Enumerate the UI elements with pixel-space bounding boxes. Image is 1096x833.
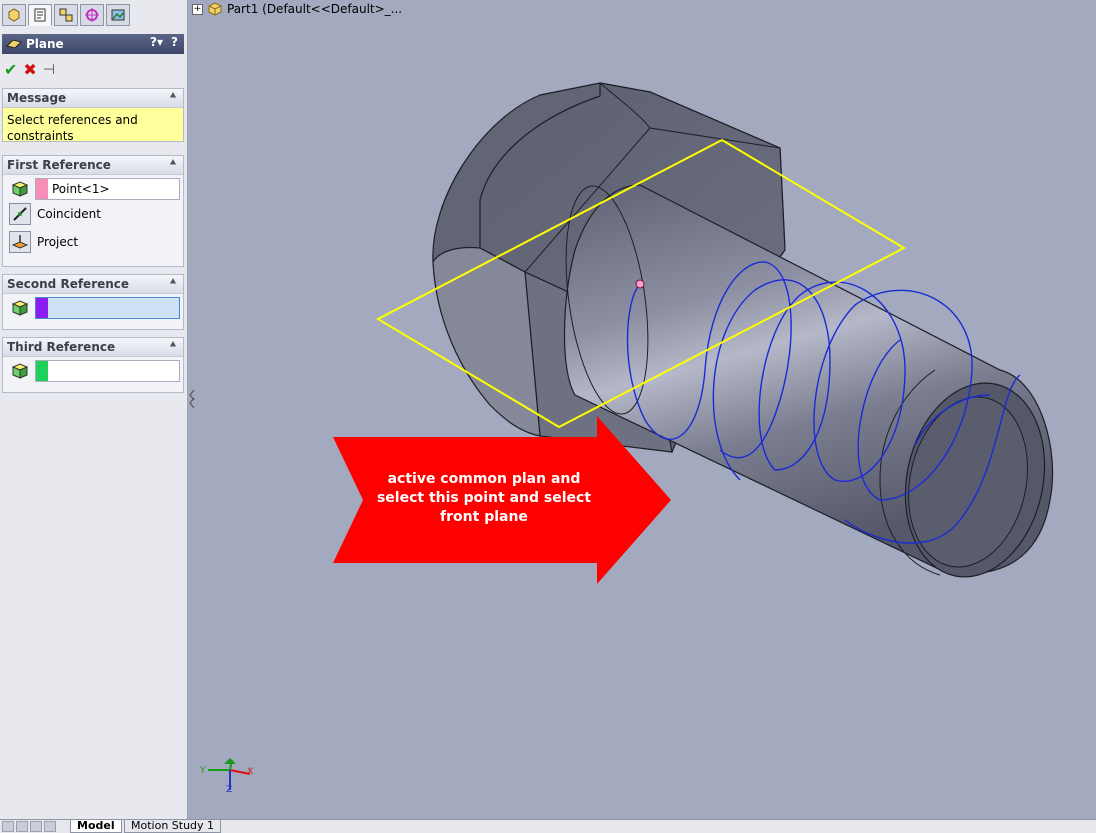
tab-model[interactable]: Model (70, 820, 122, 833)
feature-tree-icon (8, 8, 20, 22)
project-icon[interactable] (9, 231, 31, 253)
dimxpert-icon (85, 8, 99, 22)
second-reference-row (3, 294, 183, 320)
collapse-chevron-icon[interactable]: ⯅ (169, 277, 177, 288)
third-reference-group: Third Reference ⯅ (2, 337, 184, 393)
bolt-head-left-facet (432, 246, 541, 437)
selection-cube-icon (11, 363, 29, 379)
second-reference-field[interactable] (35, 297, 180, 319)
plane-icon (6, 39, 22, 49)
project-label: Project (37, 235, 79, 249)
coincident-icon[interactable] (9, 203, 31, 225)
part-icon (207, 2, 223, 16)
third-reference-field[interactable] (35, 360, 180, 382)
message-text: Select references and constraints (3, 108, 183, 143)
first-reference-row: Point<1> (3, 175, 183, 201)
project-option[interactable]: Project (3, 229, 183, 257)
part-name: Part1 (Default<<Default>_... (227, 2, 403, 16)
first-reference-header[interactable]: First Reference ⯅ (3, 156, 183, 175)
coincident-option[interactable]: Coincident (3, 201, 183, 229)
axis-label-y: Y (200, 766, 206, 776)
annotation-text: active common plan and select this point… (376, 471, 592, 525)
selected-point[interactable] (635, 279, 645, 289)
tab-property-manager[interactable] (28, 4, 52, 26)
last-tab-button[interactable] (44, 821, 56, 832)
message-group-header[interactable]: Message ⯅ (3, 89, 183, 108)
action-buttons: ✔ ✖ ⊣ (4, 60, 55, 79)
third-reference-header[interactable]: Third Reference ⯅ (3, 338, 183, 357)
tab-dimxpert-manager[interactable] (80, 4, 104, 26)
property-manager-header: Plane ?▾ ? (2, 34, 184, 54)
first-reference-title: First Reference (7, 158, 111, 172)
tab-feature-manager[interactable] (2, 4, 26, 26)
axis-label-x: X (247, 767, 254, 777)
ok-button[interactable]: ✔ (4, 60, 17, 79)
property-manager-panel: Plane ?▾ ? ✔ ✖ ⊣ Message ⯅ Select refere… (0, 0, 188, 820)
reference-color-swatch (36, 298, 48, 318)
tree-expand-toggle[interactable]: + (192, 3, 203, 15)
bottom-tab-bar: Model Motion Study 1 (0, 819, 1096, 833)
prev-tab-button[interactable] (16, 821, 28, 832)
reference-color-swatch (36, 361, 48, 381)
message-group-title: Message (7, 91, 67, 105)
collapse-chevron-icon[interactable]: ⯅ (169, 91, 177, 102)
third-reference-row (3, 357, 183, 383)
coincident-label: Coincident (37, 207, 101, 221)
collapse-chevron-icon[interactable]: ⯅ (169, 158, 177, 169)
first-reference-group: First Reference ⯅ Point<1> Coincident Pr… (2, 155, 184, 267)
collapse-chevron-icon[interactable]: ⯅ (169, 340, 177, 351)
first-reference-field[interactable]: Point<1> (35, 178, 180, 200)
display-manager-icon (111, 9, 125, 21)
cancel-button[interactable]: ✖ (23, 60, 36, 79)
reference-color-swatch (36, 179, 48, 199)
panel-title: Plane (26, 37, 64, 51)
help-dropdown-button[interactable]: ?▾ (150, 35, 163, 49)
configuration-manager-icon (59, 8, 73, 22)
first-tab-button[interactable] (2, 821, 14, 832)
selection-cube-icon (11, 181, 29, 197)
help-button[interactable]: ? (171, 35, 178, 49)
message-group: Message ⯅ Select references and constrai… (2, 88, 184, 143)
pin-button[interactable]: ⊣ (43, 62, 55, 78)
tab-display-manager[interactable] (106, 4, 130, 26)
second-reference-group: Second Reference ⯅ (2, 274, 184, 330)
first-reference-value: Point<1> (52, 182, 110, 196)
panel-splitter-handle[interactable] (188, 386, 196, 412)
axis-label-z: Z (226, 785, 233, 795)
second-reference-title: Second Reference (7, 277, 130, 291)
next-tab-button[interactable] (30, 821, 42, 832)
property-manager-icon (34, 8, 46, 22)
tab-configuration-manager[interactable] (54, 4, 78, 26)
manager-tabs (2, 4, 130, 26)
feature-tree-root[interactable]: + Part1 (Default<<Default>_... (192, 2, 402, 16)
second-reference-header[interactable]: Second Reference ⯅ (3, 275, 183, 294)
tab-motion-study-1[interactable]: Motion Study 1 (124, 820, 222, 833)
third-reference-title: Third Reference (7, 340, 116, 354)
selection-cube-icon (11, 300, 29, 316)
